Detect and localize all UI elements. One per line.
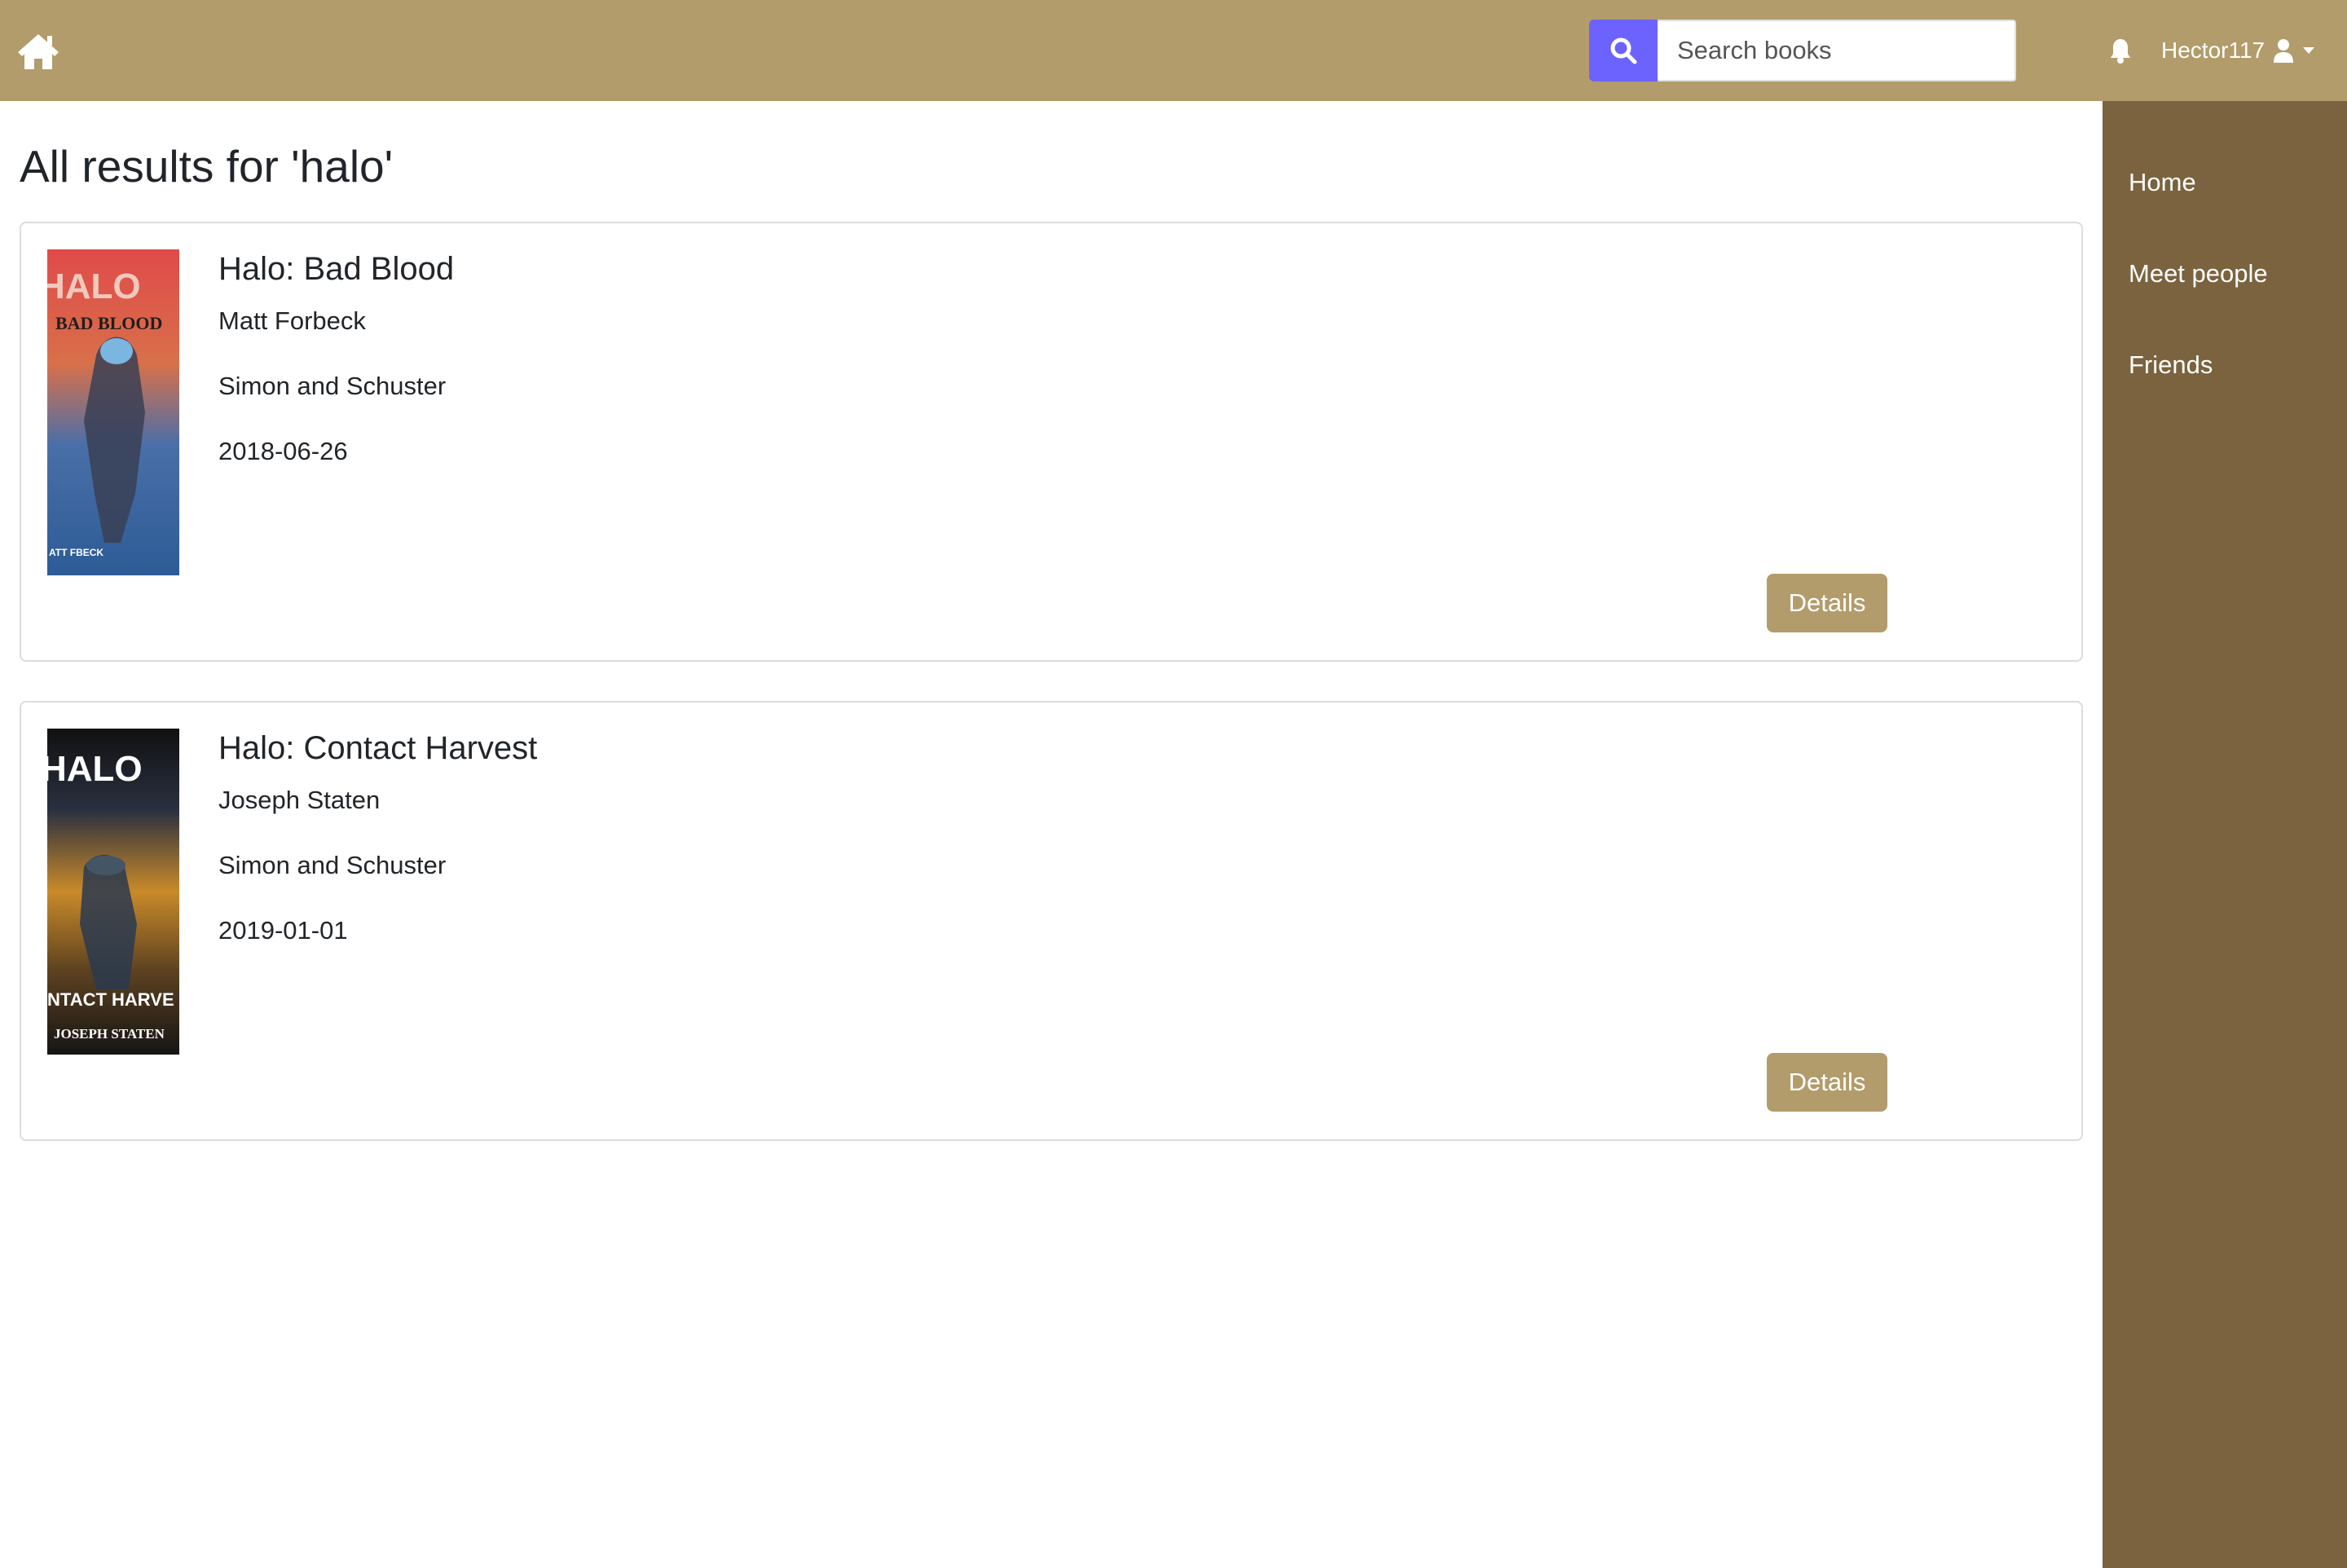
cover-author-text: ATT FBECK [49,547,103,558]
home-icon[interactable] [16,31,60,72]
details-button[interactable]: Details [1767,1053,1887,1112]
search-input[interactable] [1658,20,2016,81]
page-title: All results for 'halo' [20,141,394,192]
cover-series-text: HALO [47,749,143,789]
search-button[interactable] [1589,20,1658,81]
book-publisher: Simon and Schuster [218,851,447,879]
top-navbar: Hector117 [0,0,2347,101]
sidebar: Home Meet people Friends [2103,101,2347,1568]
username-label: Hector117 [2161,37,2266,63]
cover-author-text: JOSEPH STATEN [54,1026,165,1042]
book-result-card: HALO NTACT HARVE JOSEPH STATEN Halo: Con… [20,701,2083,1141]
user-icon [2274,39,2294,63]
book-author: Matt Forbeck [218,306,366,335]
notification-bell-icon[interactable] [2109,37,2132,64]
sidebar-item-friends[interactable]: Friends [2129,350,2213,380]
search-icon [1610,37,1637,64]
book-publish-date: 2018-06-26 [218,437,348,465]
book-cover-image[interactable]: HALO BAD BLOOD ATT FBECK [47,249,179,575]
search-bar [1589,20,2016,81]
book-author: Joseph Staten [218,786,381,814]
user-menu-dropdown[interactable]: Hector117 [2161,33,2315,68]
chevron-down-icon [2303,47,2315,54]
book-result-card: HALO BAD BLOOD ATT FBECK Halo: Bad Blood… [20,222,2083,662]
book-cover-image[interactable]: HALO NTACT HARVE JOSEPH STATEN [47,729,179,1055]
cover-subtitle-text: NTACT HARVE [47,989,174,1010]
book-title[interactable]: Halo: Bad Blood [218,251,454,288]
book-publisher: Simon and Schuster [218,372,447,400]
book-publish-date: 2019-01-01 [218,916,348,945]
cover-subtitle-text: BAD BLOOD [55,313,162,333]
book-title[interactable]: Halo: Contact Harvest [218,730,537,767]
sidebar-item-meet-people[interactable]: Meet people [2129,259,2268,288]
cover-series-text: HALO [47,266,141,306]
sidebar-item-home[interactable]: Home [2129,168,2196,197]
details-button[interactable]: Details [1767,574,1887,632]
